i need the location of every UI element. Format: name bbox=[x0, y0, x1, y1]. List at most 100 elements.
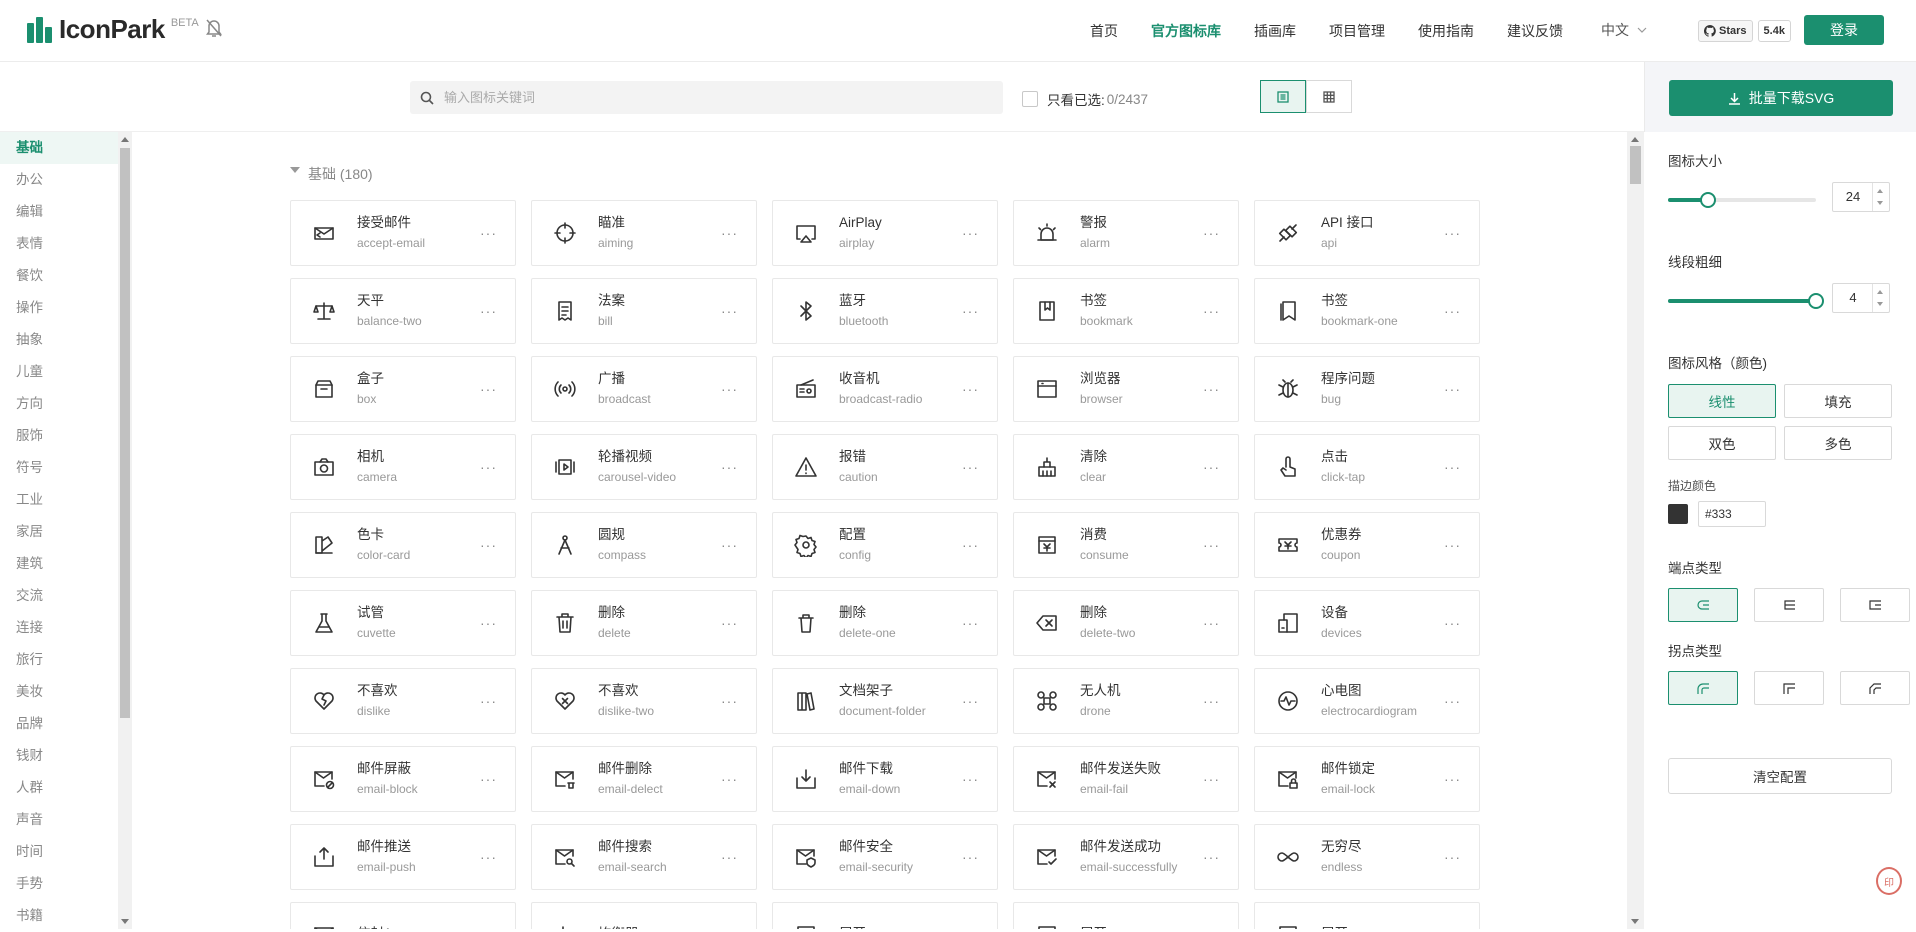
nav-guide[interactable]: 使用指南 bbox=[1418, 21, 1474, 41]
category-item[interactable]: 书籍 bbox=[0, 900, 118, 932]
more-options-icon[interactable]: ··· bbox=[1444, 615, 1461, 631]
more-options-icon[interactable]: ··· bbox=[962, 537, 979, 553]
more-options-icon[interactable]: ··· bbox=[480, 537, 497, 553]
category-item[interactable]: 餐饮 bbox=[0, 260, 118, 292]
icon-card-broadcast[interactable]: 广播 broadcast ··· bbox=[531, 356, 757, 422]
icon-card-drone[interactable]: 无人机 drone ··· bbox=[1013, 668, 1239, 734]
more-options-icon[interactable]: ··· bbox=[721, 849, 738, 865]
more-options-icon[interactable]: ··· bbox=[480, 771, 497, 787]
more-options-icon[interactable]: ··· bbox=[721, 225, 738, 241]
stroke-color-input[interactable]: #333 bbox=[1698, 501, 1766, 527]
category-item[interactable]: 基础 bbox=[0, 132, 118, 164]
more-options-icon[interactable]: ··· bbox=[1203, 225, 1220, 241]
more-options-icon[interactable]: ··· bbox=[1444, 459, 1461, 475]
language-select[interactable]: 中文 bbox=[1601, 20, 1647, 40]
github-stars-count[interactable]: 5.4k bbox=[1757, 20, 1791, 42]
icon-card-bill[interactable]: 法案 bill ··· bbox=[531, 278, 757, 344]
more-options-icon[interactable]: ··· bbox=[1203, 381, 1220, 397]
icon-card-bookmark[interactable]: 书签 bookmark ··· bbox=[1013, 278, 1239, 344]
main-scrollbar[interactable] bbox=[1627, 132, 1644, 929]
more-options-icon[interactable]: ··· bbox=[721, 615, 738, 631]
more-options-icon[interactable]: ··· bbox=[480, 225, 497, 241]
size-stepper[interactable]: 24 bbox=[1832, 182, 1890, 212]
scroll-up-icon[interactable] bbox=[1631, 137, 1639, 142]
icon-card-cuvette[interactable]: 试管 cuvette ··· bbox=[290, 590, 516, 656]
more-options-icon[interactable]: ··· bbox=[480, 849, 497, 865]
more-options-icon[interactable]: ··· bbox=[962, 459, 979, 475]
cap-butt-button[interactable] bbox=[1754, 588, 1824, 622]
nav-illustrations[interactable]: 插画库 bbox=[1254, 21, 1296, 41]
icon-card-item-46[interactable]: 均衡器··· bbox=[531, 902, 757, 929]
icon-card-item-45[interactable]: 信封1··· bbox=[290, 902, 516, 929]
category-item[interactable]: 表情 bbox=[0, 228, 118, 260]
icon-card-email-delect[interactable]: 邮件删除 email-delect ··· bbox=[531, 746, 757, 812]
icon-card-endless[interactable]: 无穷尽 endless ··· bbox=[1254, 824, 1480, 890]
nav-official-icons[interactable]: 官方图标库 bbox=[1151, 21, 1221, 41]
more-options-icon[interactable]: ··· bbox=[1203, 303, 1220, 319]
category-item[interactable]: 连接 bbox=[0, 612, 118, 644]
more-options-icon[interactable]: ··· bbox=[962, 303, 979, 319]
category-item[interactable]: 品牌 bbox=[0, 708, 118, 740]
stroke-color-swatch[interactable] bbox=[1668, 504, 1688, 524]
icon-card-browser[interactable]: 浏览器 browser ··· bbox=[1013, 356, 1239, 422]
list-view-button[interactable] bbox=[1260, 80, 1306, 113]
icon-card-consume[interactable]: 消费 consume ··· bbox=[1013, 512, 1239, 578]
size-value[interactable]: 24 bbox=[1833, 183, 1873, 211]
icon-card-airplay[interactable]: AirPlay airplay ··· bbox=[772, 200, 998, 266]
icon-card-carousel-video[interactable]: 轮播视频 carousel-video ··· bbox=[531, 434, 757, 500]
style-two-tone-button[interactable]: 双色 bbox=[1668, 426, 1776, 460]
category-item[interactable]: 时间 bbox=[0, 836, 118, 868]
more-options-icon[interactable]: ··· bbox=[962, 693, 979, 709]
join-bevel-button[interactable] bbox=[1840, 671, 1910, 705]
cap-square-button[interactable] bbox=[1840, 588, 1910, 622]
icon-card-caution[interactable]: 报错 caution ··· bbox=[772, 434, 998, 500]
more-options-icon[interactable]: ··· bbox=[721, 693, 738, 709]
more-options-icon[interactable]: ··· bbox=[1444, 303, 1461, 319]
icon-card-devices[interactable]: 设备 devices ··· bbox=[1254, 590, 1480, 656]
icon-card-delete-one[interactable]: 删除 delete-one ··· bbox=[772, 590, 998, 656]
category-item[interactable]: 建筑 bbox=[0, 548, 118, 580]
icon-card-email-security[interactable]: 邮件安全 email-security ··· bbox=[772, 824, 998, 890]
more-options-icon[interactable]: ··· bbox=[1444, 771, 1461, 787]
more-options-icon[interactable]: ··· bbox=[1203, 537, 1220, 553]
more-options-icon[interactable]: ··· bbox=[1203, 615, 1220, 631]
more-options-icon[interactable]: ··· bbox=[721, 771, 738, 787]
bulk-download-button[interactable]: 批量下载SVG bbox=[1669, 80, 1893, 116]
logo[interactable]: IconPark BETA bbox=[27, 14, 199, 45]
more-options-icon[interactable]: ··· bbox=[962, 849, 979, 865]
more-options-icon[interactable]: ··· bbox=[962, 381, 979, 397]
more-options-icon[interactable]: ··· bbox=[721, 459, 738, 475]
stroke-slider-knob[interactable] bbox=[1808, 293, 1824, 309]
style-outline-button[interactable]: 线性 bbox=[1668, 384, 1776, 418]
category-item[interactable]: 儿童 bbox=[0, 356, 118, 388]
more-options-icon[interactable]: ··· bbox=[480, 615, 497, 631]
icon-card-alarm[interactable]: 警报 alarm ··· bbox=[1013, 200, 1239, 266]
category-item[interactable]: 操作 bbox=[0, 292, 118, 324]
more-options-icon[interactable]: ··· bbox=[480, 693, 497, 709]
nav-projects[interactable]: 项目管理 bbox=[1329, 21, 1385, 41]
icon-card-bluetooth[interactable]: 蓝牙 bluetooth ··· bbox=[772, 278, 998, 344]
icon-card-delete[interactable]: 删除 delete ··· bbox=[531, 590, 757, 656]
icon-card-aiming[interactable]: 瞄准 aiming ··· bbox=[531, 200, 757, 266]
category-item[interactable]: 手势 bbox=[0, 868, 118, 900]
style-filled-button[interactable]: 填充 bbox=[1784, 384, 1892, 418]
more-options-icon[interactable]: ··· bbox=[480, 303, 497, 319]
icon-card-dislike-two[interactable]: 不喜欢 dislike-two ··· bbox=[531, 668, 757, 734]
stroke-width-value[interactable]: 4 bbox=[1833, 284, 1873, 312]
icon-card-config[interactable]: 配置 config ··· bbox=[772, 512, 998, 578]
github-stars-button[interactable]: Stars bbox=[1698, 20, 1753, 42]
category-scrollbar[interactable] bbox=[118, 132, 132, 929]
icon-card-compass[interactable]: 圆规 compass ··· bbox=[531, 512, 757, 578]
icon-card-dislike[interactable]: 不喜欢 dislike ··· bbox=[290, 668, 516, 734]
category-item[interactable]: 声音 bbox=[0, 804, 118, 836]
more-options-icon[interactable]: ··· bbox=[721, 381, 738, 397]
grid-view-button[interactable] bbox=[1306, 80, 1352, 113]
icon-card-email-down[interactable]: 邮件下载 email-down ··· bbox=[772, 746, 998, 812]
nav-feedback[interactable]: 建议反馈 bbox=[1507, 21, 1563, 41]
join-miter-button[interactable] bbox=[1754, 671, 1824, 705]
github-stars[interactable]: Stars 5.4k bbox=[1698, 20, 1791, 42]
scroll-down-icon[interactable] bbox=[1631, 919, 1639, 924]
category-item[interactable]: 交流 bbox=[0, 580, 118, 612]
stepper-arrows[interactable] bbox=[1872, 284, 1889, 312]
icon-card-item-47[interactable]: 展开··· bbox=[772, 902, 998, 929]
